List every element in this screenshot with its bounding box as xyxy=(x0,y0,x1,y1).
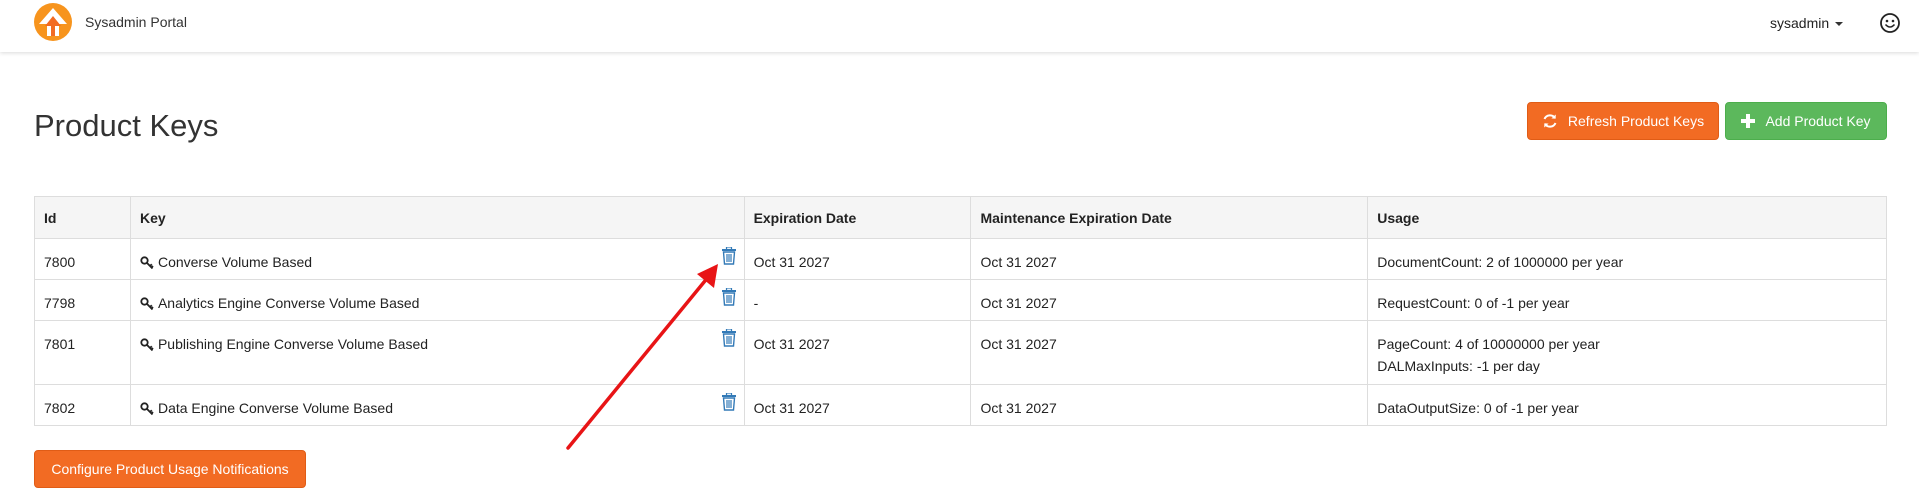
cell-maintenance: Oct 31 2027 xyxy=(970,238,1369,280)
table-header-row: Id Key Expiration Date Maintenance Expir… xyxy=(34,196,1887,239)
smiley-face-icon[interactable] xyxy=(1879,12,1901,34)
trash-icon[interactable] xyxy=(721,329,737,347)
trash-icon[interactable] xyxy=(721,247,737,265)
add-product-key-button[interactable]: Add Product Key xyxy=(1725,102,1887,140)
usage-line: PageCount: 4 of 10000000 per year xyxy=(1377,336,1600,352)
cell-maintenance: Oct 31 2027 xyxy=(970,384,1369,426)
cell-usage: DocumentCount: 2 of 1000000 per year xyxy=(1367,238,1887,280)
usage-line: DocumentCount: 2 of 1000000 per year xyxy=(1377,254,1624,270)
usage-line: DataOutputSize: 0 of -1 per year xyxy=(1377,400,1579,416)
key-icon xyxy=(140,297,154,311)
cell-expiration: - xyxy=(743,279,972,321)
cell-usage: PageCount: 4 of 10000000 per year DALMax… xyxy=(1367,320,1887,385)
plus-icon xyxy=(1741,114,1756,128)
cell-id: 7802 xyxy=(34,384,131,426)
configure-button-label: Configure Product Usage Notifications xyxy=(51,461,289,477)
cell-expiration: Oct 31 2027 xyxy=(743,320,972,385)
app-title[interactable]: Sysadmin Portal xyxy=(85,14,187,30)
cell-id: 7798 xyxy=(34,279,131,321)
refresh-icon xyxy=(1543,114,1557,128)
column-header-expiration[interactable]: Expiration Date xyxy=(743,196,972,239)
user-name: sysadmin xyxy=(1770,15,1830,31)
cell-key: Analytics Engine Converse Volume Based xyxy=(129,279,745,321)
cell-maintenance: Oct 31 2027 xyxy=(970,279,1369,321)
trash-icon[interactable] xyxy=(721,393,737,411)
configure-notifications-button[interactable]: Configure Product Usage Notifications xyxy=(34,450,306,488)
cell-maintenance: Oct 31 2027 xyxy=(970,320,1369,385)
cell-expiration: Oct 31 2027 xyxy=(743,384,972,426)
key-name: Analytics Engine Converse Volume Based xyxy=(157,295,420,311)
table-row: 7801 Publishing Engine Converse Volume B… xyxy=(34,320,1887,385)
cell-key: Publishing Engine Converse Volume Based xyxy=(129,320,745,385)
chevron-down-icon xyxy=(1835,22,1844,27)
cell-usage: RequestCount: 0 of -1 per year xyxy=(1367,279,1887,321)
add-button-label: Add Product Key xyxy=(1765,113,1871,129)
key-name: Converse Volume Based xyxy=(157,254,313,270)
key-icon xyxy=(140,338,154,352)
cell-usage: DataOutputSize: 0 of -1 per year xyxy=(1367,384,1887,426)
column-header-id[interactable]: Id xyxy=(34,196,131,239)
cell-expiration: Oct 31 2027 xyxy=(743,238,972,280)
column-header-usage[interactable]: Usage xyxy=(1367,196,1887,239)
column-header-key[interactable]: Key xyxy=(129,196,745,239)
user-menu-dropdown[interactable]: sysadmin xyxy=(1770,15,1844,31)
refresh-button-label: Refresh Product Keys xyxy=(1567,113,1705,129)
key-icon xyxy=(140,256,154,270)
app-logo-icon[interactable] xyxy=(33,2,73,42)
usage-line: DALMaxInputs: -1 per day xyxy=(1377,358,1540,374)
trash-icon[interactable] xyxy=(721,288,737,306)
column-header-maintenance[interactable]: Maintenance Expiration Date xyxy=(970,196,1369,239)
cell-key: Converse Volume Based xyxy=(129,238,745,280)
table-row: 7800 Converse Volume Based Oct 31 2027 O… xyxy=(34,238,1887,280)
cell-id: 7801 xyxy=(34,320,131,385)
key-name: Data Engine Converse Volume Based xyxy=(157,400,393,416)
cell-key: Data Engine Converse Volume Based xyxy=(129,384,745,426)
usage-line: RequestCount: 0 of -1 per year xyxy=(1377,295,1570,311)
key-name: Publishing Engine Converse Volume Based xyxy=(157,336,429,352)
top-navbar: Sysadmin Portal sysadmin xyxy=(0,0,1919,52)
cell-id: 7800 xyxy=(34,238,131,280)
page-title: Product Keys xyxy=(34,108,219,143)
table-row: 7802 Data Engine Converse Volume Based O… xyxy=(34,384,1887,426)
refresh-product-keys-button[interactable]: Refresh Product Keys xyxy=(1527,102,1719,140)
product-keys-table: Id Key Expiration Date Maintenance Expir… xyxy=(34,196,1887,426)
key-icon xyxy=(140,402,154,416)
table-row: 7798 Analytics Engine Converse Volume Ba… xyxy=(34,279,1887,321)
